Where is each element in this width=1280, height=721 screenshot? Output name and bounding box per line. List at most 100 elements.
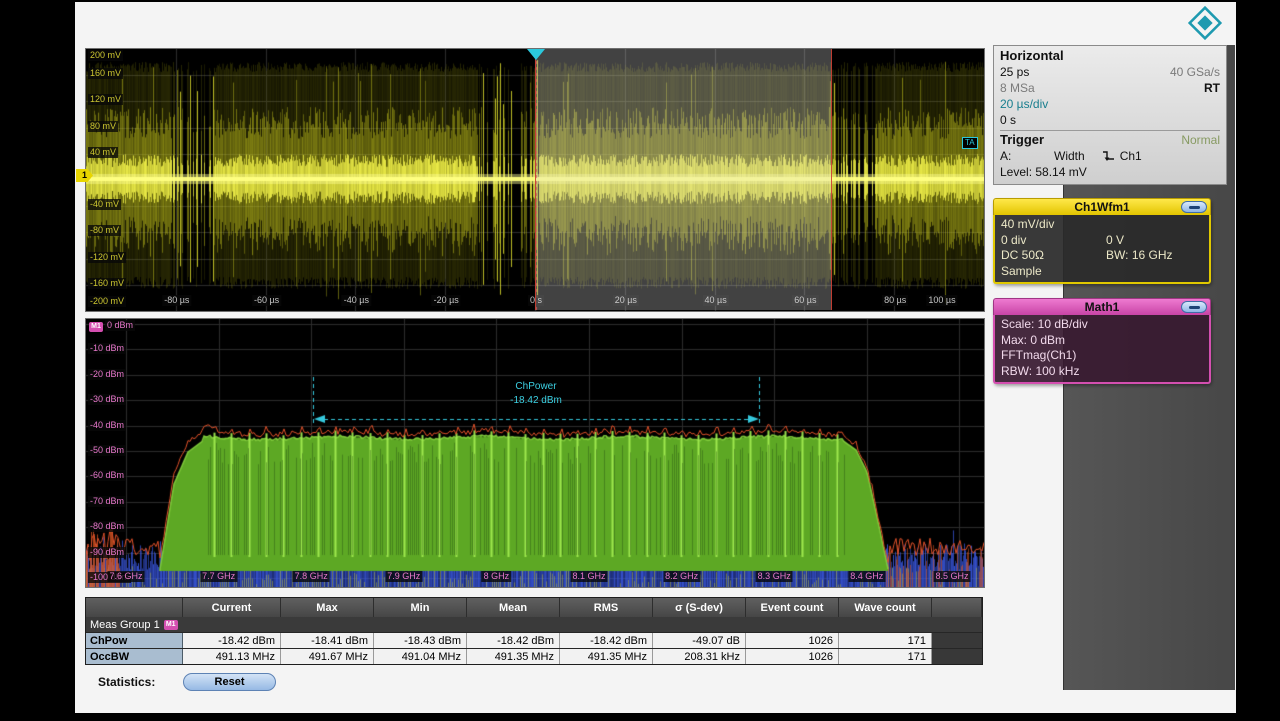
voltage-axis-label: -200 mV <box>88 296 126 307</box>
statistics-label: Statistics: <box>98 675 155 689</box>
horizontal-acquisition-mode: RT <box>1204 80 1220 96</box>
horizontal-time-scale: 20 µs/div <box>1000 96 1048 112</box>
minimize-button[interactable] <box>1181 201 1207 213</box>
horizontal-panel-title: Horizontal <box>1000 48 1220 64</box>
header-blank <box>86 598 183 617</box>
trigger-level: Level: 58.14 mV <box>1000 164 1087 180</box>
ch1wfm1-panel[interactable]: Ch1Wfm1 40 mV/div 0 div 0 V DC 50Ω BW: 1… <box>993 198 1211 284</box>
frequency-axis-label: 7.6 GHz <box>107 571 144 582</box>
ch1-offset: 0 V <box>1106 233 1203 249</box>
chpow-min: -18.43 dBm <box>374 633 467 648</box>
frequency-axis-label: 8.5 GHz <box>933 571 970 582</box>
frequency-axis-label: 8 GHz <box>482 571 512 582</box>
voltage-axis-label: 40 mV <box>88 147 118 158</box>
trigger-panel-title: Trigger <box>1000 132 1044 148</box>
row-label-occbw[interactable]: OccBW <box>86 649 183 664</box>
table-header-row: Current Max Min Mean RMS σ (S-dev) Event… <box>86 598 982 617</box>
chpow-sdev: -49.07 dB <box>653 633 746 648</box>
math1-panel[interactable]: Math1 Scale: 10 dB/div Max: 0 dBm FFTmag… <box>993 298 1211 384</box>
occbw-min: 491.04 MHz <box>374 649 467 664</box>
chpow-max: -18.41 dBm <box>281 633 374 648</box>
math1-header[interactable]: Math1 <box>993 298 1211 315</box>
horizontal-record-length: 8 MSa <box>1000 80 1035 96</box>
rohde-schwarz-logo <box>1188 6 1222 40</box>
ch1wfm1-body: 40 mV/div 0 div 0 V DC 50Ω BW: 16 GHz Sa… <box>993 215 1211 284</box>
occbw-wave-count: 171 <box>839 649 932 664</box>
level-axis-label: 0 dBm <box>105 320 135 331</box>
header-max: Max <box>281 598 374 617</box>
table-row[interactable]: ChPow -18.42 dBm -18.41 dBm -18.43 dBm -… <box>86 632 982 648</box>
chpower-value: -18.42 dBm <box>510 395 562 406</box>
chpower-label: ChPower <box>515 381 556 392</box>
header-mean: Mean <box>467 598 560 617</box>
spectrum-display[interactable]: M1 ChPower -18.42 dBm 0 dBm -10 dBm -20 dB… <box>85 318 985 588</box>
row-filler <box>932 649 982 664</box>
voltage-axis-label: -120 mV <box>88 252 126 263</box>
measurement-source-badge: M1 <box>164 620 178 630</box>
row-filler <box>932 633 982 648</box>
reset-button[interactable]: Reset <box>183 673 276 691</box>
occbw-current: 491.13 MHz <box>183 649 281 664</box>
header-min: Min <box>374 598 467 617</box>
voltage-axis-label: -160 mV <box>88 278 126 289</box>
table-row[interactable]: OccBW 491.13 MHz 491.67 MHz 491.04 MHz 4… <box>86 648 982 664</box>
header-sdev: σ (S-dev) <box>653 598 746 617</box>
time-axis-label: -60 µs <box>252 295 281 306</box>
level-axis-label: -70 dBm <box>88 496 126 507</box>
trigger-source: Ch1 <box>1120 148 1142 164</box>
occbw-mean: 491.35 MHz <box>467 649 560 664</box>
measurement-group-label: Meas Group 1 <box>90 619 160 631</box>
trigger-position-marker[interactable] <box>527 49 545 60</box>
level-axis-label: -50 dBm <box>88 445 126 456</box>
horizontal-resolution: 25 ps <box>1000 64 1029 80</box>
header-wave-count: Wave count <box>839 598 932 617</box>
measurement-results-table: Current Max Min Mean RMS σ (S-dev) Event… <box>85 597 983 665</box>
trigger-annotation-chip: TA <box>962 137 978 149</box>
math1-body: Scale: 10 dB/div Max: 0 dBm FFTmag(Ch1) … <box>993 315 1211 384</box>
header-event-count: Event count <box>746 598 839 617</box>
voltage-axis-label: 200 mV <box>88 50 123 61</box>
frequency-axis-label: 7.7 GHz <box>200 571 237 582</box>
time-axis-label: 100 µs <box>926 295 957 306</box>
row-label-chpow[interactable]: ChPow <box>86 633 183 648</box>
voltage-axis-label: 120 mV <box>88 94 123 105</box>
occbw-max: 491.67 MHz <box>281 649 374 664</box>
frequency-axis-label: 8.1 GHz <box>570 571 607 582</box>
math1-scale: Scale: 10 dB/div <box>1001 317 1203 333</box>
level-axis-label: -60 dBm <box>88 470 126 481</box>
minimize-button[interactable] <box>1181 301 1207 313</box>
horizontal-position: 0 s <box>1000 112 1016 128</box>
time-axis-label: -40 µs <box>342 295 371 306</box>
header-current: Current <box>183 598 281 617</box>
trigger-sequence: A: <box>1000 148 1028 164</box>
level-axis-label: -80 dBm <box>88 521 126 532</box>
occbw-event-count: 1026 <box>746 649 839 664</box>
level-axis-label: -30 dBm <box>88 394 126 405</box>
level-axis-label: -10 dBm <box>88 343 126 354</box>
ch1-mode: Sample <box>1001 264 1203 280</box>
math1-rbw: RBW: 100 kHz <box>1001 364 1203 380</box>
time-axis-label: -80 µs <box>162 295 191 306</box>
trigger-type: Width <box>1054 148 1085 164</box>
occbw-rms: 491.35 MHz <box>560 649 653 664</box>
frequency-axis-label: 8.2 GHz <box>663 571 700 582</box>
frequency-axis-label: 7.8 GHz <box>293 571 330 582</box>
voltage-axis-label: -40 mV <box>88 199 121 210</box>
chpow-mean: -18.42 dBm <box>467 633 560 648</box>
ch1wfm1-header[interactable]: Ch1Wfm1 <box>993 198 1211 215</box>
zoom-gate-region[interactable] <box>535 49 832 310</box>
measurement-group-row[interactable]: Meas Group 1 M1 <box>86 617 982 632</box>
header-rms: RMS <box>560 598 653 617</box>
ch1-coupling: DC 50Ω <box>1001 248 1106 264</box>
math1-max: Max: 0 dBm <box>1001 333 1203 349</box>
ch1-bandwidth: BW: 16 GHz <box>1106 248 1203 264</box>
level-axis-label: -20 dBm <box>88 369 126 380</box>
math1-waveform-badge: M1 <box>89 322 103 332</box>
level-axis-label: -40 dBm <box>88 420 126 431</box>
chpow-wave-count: 171 <box>839 633 932 648</box>
horizontal-trigger-panel[interactable]: Horizontal 25 ps 40 GSa/s 8 MSa RT 20 µs… <box>993 45 1227 185</box>
spectrum-canvas[interactable] <box>86 319 984 587</box>
horizontal-sample-rate: 40 GSa/s <box>1170 64 1220 80</box>
ch1-scale: 40 mV/div <box>1001 217 1203 233</box>
frequency-axis-label: 7.9 GHz <box>385 571 422 582</box>
